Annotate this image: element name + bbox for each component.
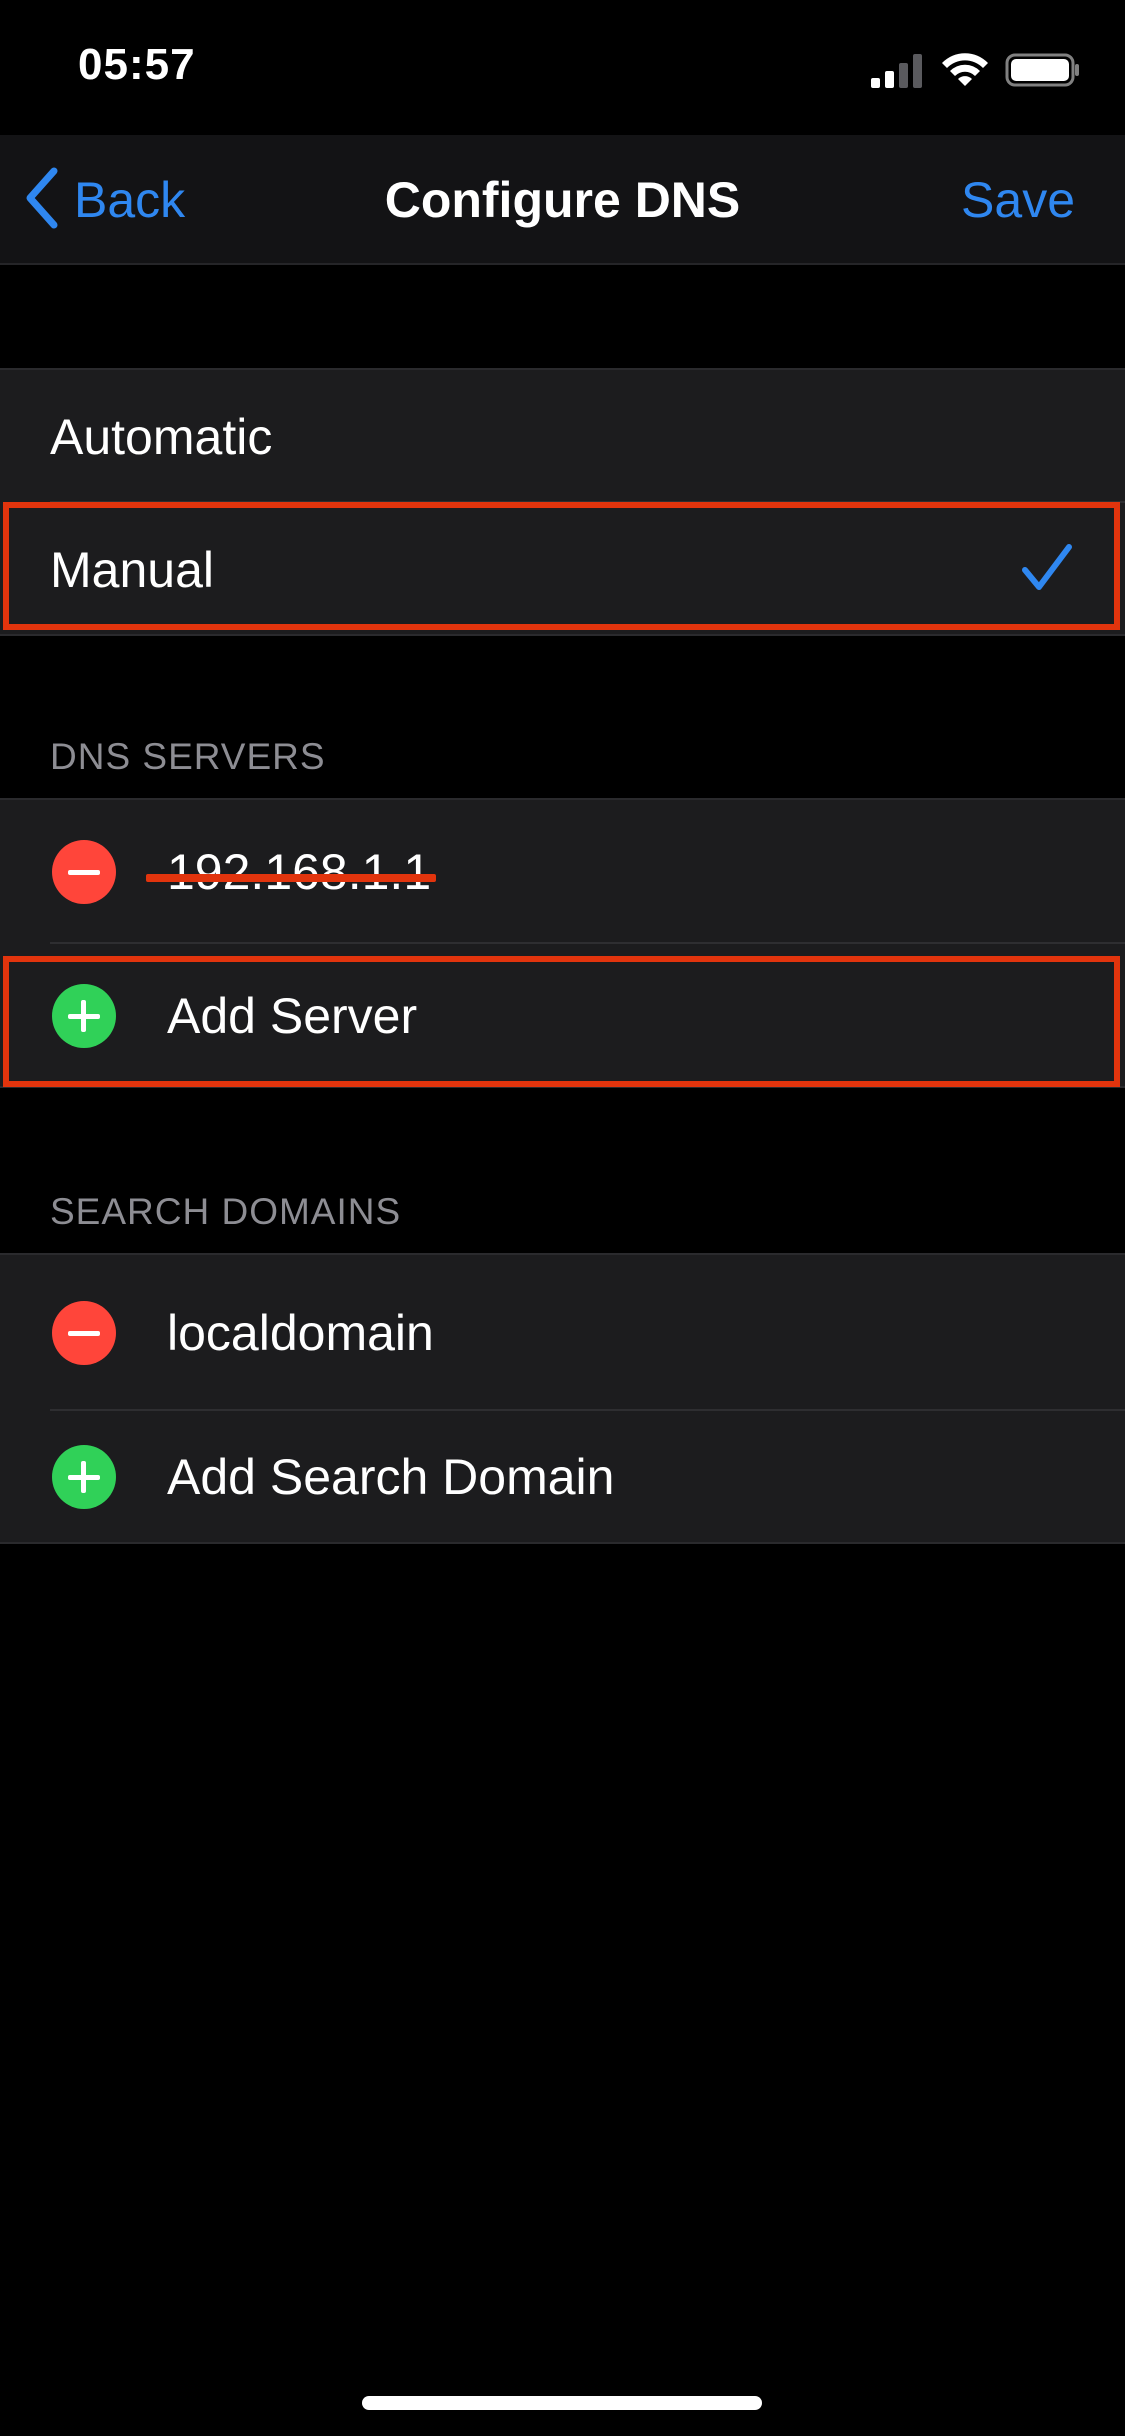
battery-icon — [1005, 52, 1081, 88]
add-server-plus-icon[interactable] — [52, 984, 116, 1048]
search-domain-value[interactable]: localdomain — [167, 1304, 434, 1362]
save-button[interactable]: Save — [961, 171, 1075, 229]
status-bar: 05:57 — [0, 0, 1125, 135]
wifi-icon — [941, 52, 989, 88]
dns-server-address[interactable]: 192.168.1.1 — [167, 843, 431, 901]
home-indicator[interactable] — [362, 2396, 762, 2410]
status-time: 05:57 — [78, 40, 196, 89]
dns-servers-header: DNS SERVERS — [50, 736, 326, 777]
add-server-label: Add Server — [167, 988, 418, 1044]
cellular-signal-icon — [871, 52, 925, 88]
navigation-bar: Back Configure DNS Save — [0, 135, 1125, 265]
add-server-row[interactable]: Add Server — [0, 944, 1125, 1088]
search-domain-row: localdomain — [0, 1255, 1125, 1411]
search-domains-group: localdomain Add Search Domain — [0, 1253, 1125, 1544]
status-icons — [871, 48, 1081, 92]
option-manual-label: Manual — [50, 541, 214, 598]
checkmark-icon — [1021, 543, 1073, 598]
option-automatic[interactable]: Automatic — [0, 370, 1125, 503]
delete-domain-button[interactable] — [52, 1301, 116, 1365]
option-automatic-label: Automatic — [50, 408, 273, 465]
page-title: Configure DNS — [384, 172, 741, 228]
add-domain-plus-icon[interactable] — [52, 1444, 116, 1509]
search-domains-header: SEARCH DOMAINS — [50, 1191, 402, 1232]
dns-mode-group: Automatic Manual — [0, 368, 1125, 636]
add-search-domain-row[interactable]: Add Search Domain — [0, 1411, 1125, 1542]
add-search-domain-label: Add Search Domain — [167, 1448, 615, 1505]
strikethrough-annotation — [146, 874, 436, 882]
dns-servers-group: 192.168.1.1 Add Server — [0, 798, 1125, 1088]
dns-server-row: 192.168.1.1 — [0, 800, 1125, 944]
delete-server-button[interactable] — [52, 840, 116, 904]
option-manual[interactable]: Manual — [0, 503, 1125, 636]
